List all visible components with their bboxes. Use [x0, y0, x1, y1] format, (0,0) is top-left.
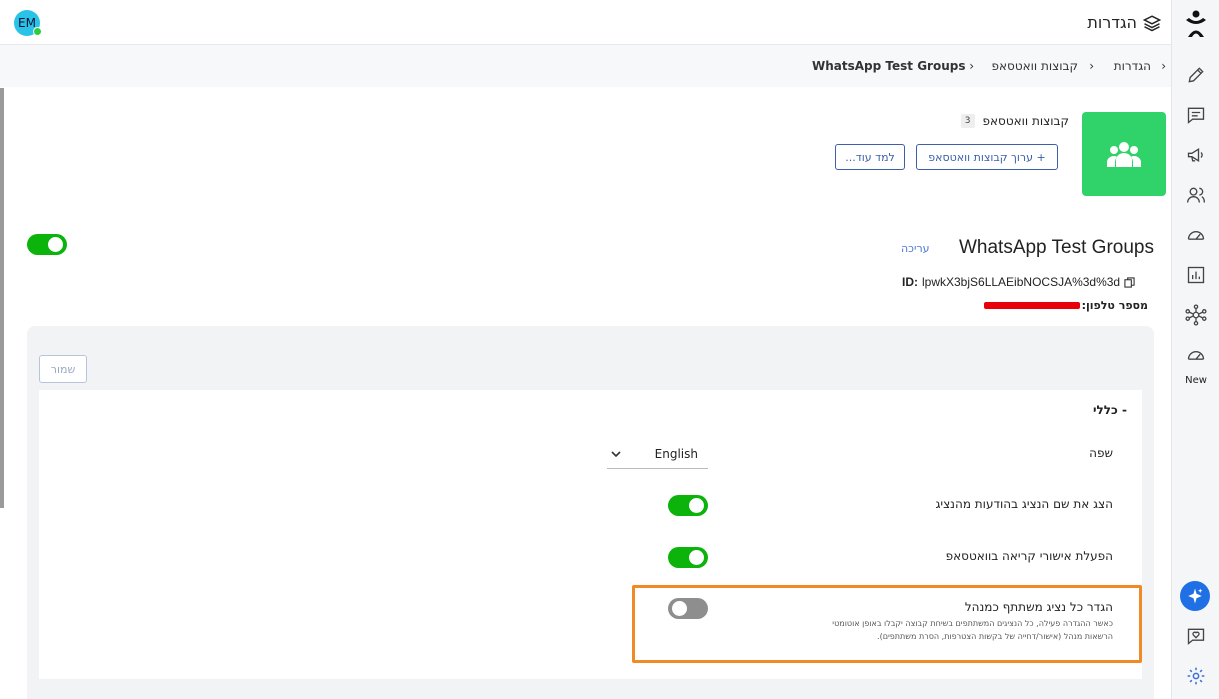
megaphone-icon[interactable]	[1184, 143, 1208, 167]
learn-more-button[interactable]: למד עוד...	[835, 144, 905, 170]
edit-link[interactable]: עריכה	[901, 242, 930, 255]
breadcrumb-chevron: ‹	[969, 59, 974, 73]
id-label: ID:	[902, 275, 918, 289]
phone-redacted	[983, 302, 1080, 309]
card-title-text: קבוצות וואטסאפ	[982, 114, 1069, 128]
breadcrumb-item-whatsapp-groups[interactable]: קבוצות וואטסאפ	[992, 59, 1078, 73]
breadcrumb-chevron: ‹	[1089, 59, 1094, 73]
count-badge: 3	[960, 114, 975, 128]
breadcrumb-item-current: WhatsApp Test Groups	[812, 59, 966, 73]
admin-setting-description: כאשר ההגדרה פעילה, כל הנציגים המשתתפים ב…	[832, 619, 1113, 641]
gauge-icon[interactable]	[1184, 223, 1208, 247]
layers-icon	[1143, 14, 1161, 31]
page-title-text: הגדרות	[1087, 13, 1137, 32]
avatar[interactable]: EM	[14, 10, 42, 36]
group-icon	[1107, 142, 1141, 167]
phone-label: מספר טלפון:	[1081, 299, 1148, 312]
group-enabled-toggle[interactable]	[27, 234, 67, 255]
phone-row: מספר טלפון:	[983, 299, 1148, 312]
card-title: קבוצות וואטסאפ 3	[960, 114, 1069, 128]
chat-icon[interactable]	[1184, 103, 1208, 127]
scrollbar[interactable]	[0, 88, 4, 508]
page-title: הגדרות	[1087, 13, 1161, 32]
admin-setting-label: הגדר כל נציג משתתף כמנהל	[964, 600, 1113, 614]
read-receipts-label: הפעלת אישורי קריאה בוואטסאפ	[945, 549, 1113, 563]
read-receipts-toggle[interactable]	[668, 547, 708, 568]
chevron-down-icon	[611, 451, 621, 458]
pencil-icon[interactable]	[1184, 63, 1208, 87]
logo-icon[interactable]	[1184, 10, 1208, 37]
heart-chat-icon[interactable]	[1184, 624, 1208, 648]
breadcrumb: ‹ הגדרות ‹ קבוצות וואטסאפ ‹ WhatsApp Tes…	[0, 45, 1171, 87]
users-icon[interactable]	[1184, 183, 1208, 207]
language-label: שפה	[1089, 446, 1113, 460]
chart-icon[interactable]	[1184, 263, 1208, 287]
copy-icon[interactable]	[1124, 276, 1135, 288]
network-icon[interactable]	[1184, 303, 1208, 327]
show-agent-name-label: הצג את שם הנציג בהודעות מהנציג	[935, 497, 1113, 511]
breadcrumb-chevron: ‹	[1161, 59, 1166, 73]
new-badge: New	[1185, 375, 1207, 386]
whatsapp-groups-tile	[1082, 112, 1166, 196]
language-select[interactable]: English	[607, 440, 708, 469]
top-bar: EM הגדרות	[0, 0, 1171, 45]
sidebar: New	[1171, 0, 1219, 699]
group-id: ID: lpwkX3bjS6LLAEibNOCSJA%3d%3d	[902, 275, 1135, 289]
sparkle-icon[interactable]	[1180, 581, 1210, 611]
breadcrumb-item-settings[interactable]: הגדרות	[1114, 59, 1151, 73]
gauge-new-icon[interactable]	[1184, 343, 1208, 367]
show-agent-name-toggle[interactable]	[668, 495, 708, 516]
edit-whatsapp-groups-button[interactable]: + ערוך קבוצות וואטסאפ	[916, 144, 1058, 170]
section-title[interactable]: - כללי	[1093, 403, 1127, 417]
language-value: English	[654, 447, 698, 461]
save-button[interactable]: שמור	[39, 355, 87, 383]
gear-icon[interactable]	[1184, 664, 1208, 688]
admin-setting-toggle[interactable]	[668, 598, 708, 619]
online-status-dot	[33, 27, 42, 36]
id-value: lpwkX3bjS6LLAEibNOCSJA%3d%3d	[922, 275, 1121, 289]
group-name: WhatsApp Test Groups	[958, 237, 1154, 258]
